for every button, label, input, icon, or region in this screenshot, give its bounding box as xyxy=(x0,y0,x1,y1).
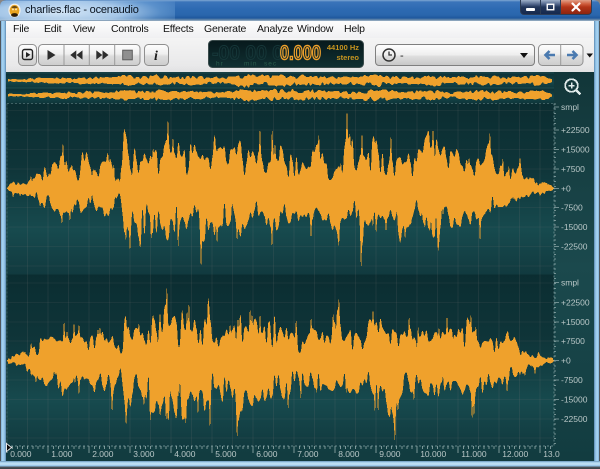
svg-text:6.000: 6.000 xyxy=(256,449,278,459)
svg-text:13.0: 13.0 xyxy=(543,449,560,459)
svg-text:smpl: smpl xyxy=(561,278,579,288)
svg-text:4.000: 4.000 xyxy=(174,449,196,459)
svg-text:+7500: +7500 xyxy=(561,336,585,346)
svg-text:0.000: 0.000 xyxy=(280,43,321,65)
svg-text:+15000: +15000 xyxy=(561,145,590,155)
svg-text:3.000: 3.000 xyxy=(133,449,155,459)
svg-text:1.000: 1.000 xyxy=(51,449,73,459)
svg-text:-7500: -7500 xyxy=(561,203,583,213)
svg-text:+7500: +7500 xyxy=(561,164,585,174)
svg-text:44100 Hz: 44100 Hz xyxy=(327,43,359,52)
svg-text:10.000: 10.000 xyxy=(420,449,446,459)
svg-text:sec: sec xyxy=(264,61,277,68)
svg-text:0.000: 0.000 xyxy=(10,449,32,459)
svg-text:-15000: -15000 xyxy=(561,394,588,404)
svg-text:2.000: 2.000 xyxy=(92,449,114,459)
svg-text:min: min xyxy=(244,61,257,68)
svg-text:-22500: -22500 xyxy=(561,242,588,252)
svg-text:9.000: 9.000 xyxy=(379,449,401,459)
svg-text:stereo: stereo xyxy=(336,53,359,62)
svg-text:+0: +0 xyxy=(561,356,571,366)
svg-text:7.000: 7.000 xyxy=(297,449,319,459)
svg-text:+15000: +15000 xyxy=(561,317,590,327)
svg-text:-7500: -7500 xyxy=(561,375,583,385)
svg-text:-22500: -22500 xyxy=(561,414,588,424)
svg-text:+22500: +22500 xyxy=(561,297,590,307)
svg-text:+22500: +22500 xyxy=(561,125,590,135)
svg-text:11.000: 11.000 xyxy=(461,449,487,459)
svg-text:12.000: 12.000 xyxy=(502,449,528,459)
svg-text:8.000: 8.000 xyxy=(338,449,360,459)
svg-text:hr: hr xyxy=(216,61,224,68)
svg-text:smpl: smpl xyxy=(561,102,579,112)
svg-text:-: - xyxy=(400,50,404,62)
svg-text:i: i xyxy=(154,49,158,64)
svg-text:+0: +0 xyxy=(561,183,571,193)
svg-text:-15000: -15000 xyxy=(561,222,588,232)
svg-text:5.000: 5.000 xyxy=(215,449,237,459)
